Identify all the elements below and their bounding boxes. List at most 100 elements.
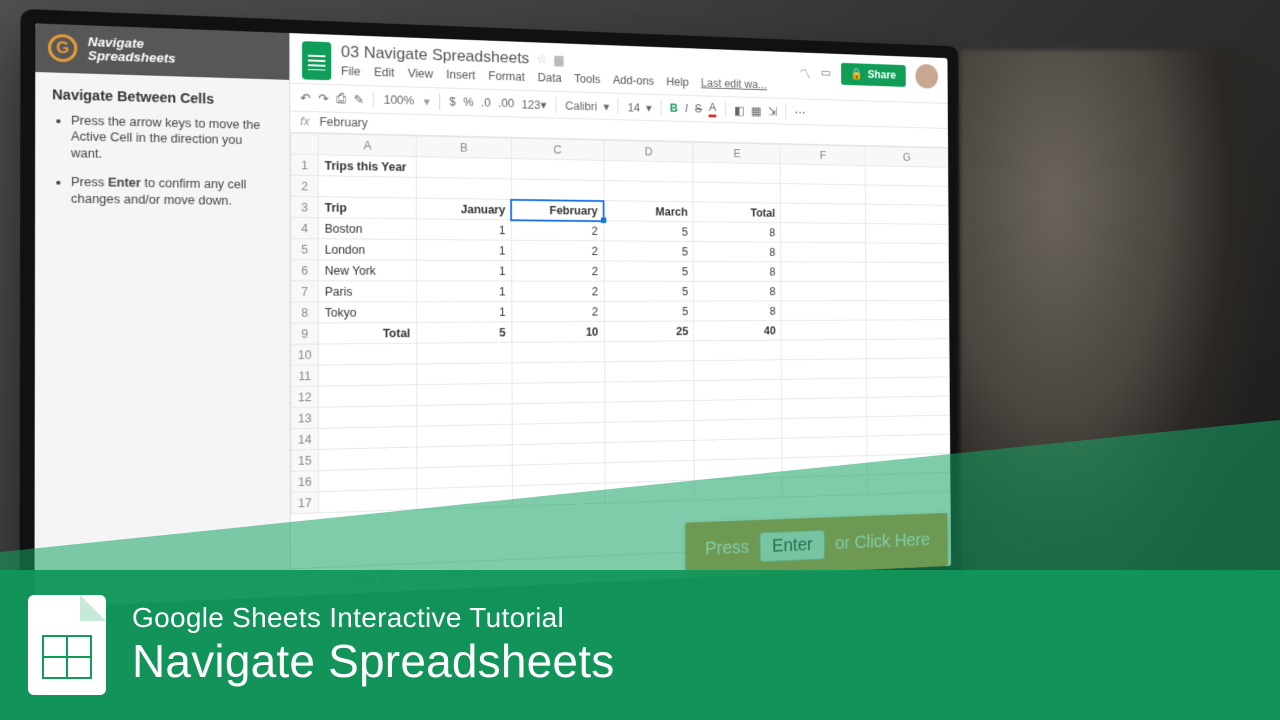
cell-A14[interactable]	[319, 426, 417, 449]
cell-B3[interactable]: January	[416, 198, 511, 220]
menu-edit[interactable]: Edit	[374, 66, 395, 80]
cell-C13[interactable]	[512, 402, 605, 424]
row-header-16[interactable]: 16	[291, 471, 319, 493]
cell-D14[interactable]	[604, 420, 694, 442]
cell-E11[interactable]	[694, 360, 781, 381]
cell-D13[interactable]	[604, 401, 694, 423]
cell-B8[interactable]: 1	[416, 301, 511, 322]
cell-F11[interactable]	[781, 359, 866, 380]
cell-A5[interactable]: London	[318, 239, 416, 260]
cell-A10[interactable]	[318, 343, 416, 365]
cell-B14[interactable]	[417, 424, 512, 447]
cell-D16[interactable]	[605, 460, 695, 483]
cell-F9[interactable]	[781, 320, 866, 340]
cell-D9[interactable]: 25	[604, 321, 694, 342]
cell-B16[interactable]	[417, 465, 512, 488]
col-header-G[interactable]: G	[865, 146, 948, 167]
font-family-select[interactable]: Calibri ▾	[565, 98, 609, 113]
cell-F12[interactable]	[782, 378, 867, 399]
redo-icon[interactable]: ↷	[318, 91, 328, 106]
cell-F8[interactable]	[781, 301, 866, 321]
cell-G7[interactable]	[866, 281, 949, 300]
cell-G12[interactable]	[867, 377, 950, 398]
cell-F1[interactable]	[780, 164, 865, 185]
sheets-logo-icon[interactable]	[302, 41, 331, 80]
folder-icon[interactable]: ▆	[554, 52, 563, 67]
cell-E10[interactable]	[694, 340, 781, 361]
cell-A7[interactable]: Paris	[318, 281, 416, 302]
cell-C1[interactable]	[511, 159, 603, 181]
menu-tools[interactable]: Tools	[574, 72, 600, 86]
cell-E6[interactable]: 8	[694, 261, 781, 281]
cell-E9[interactable]: 40	[694, 321, 781, 341]
cell-C11[interactable]	[512, 362, 605, 384]
menu-help[interactable]: Help	[666, 75, 688, 88]
menu-add-ons[interactable]: Add-ons	[613, 74, 654, 88]
row-header-15[interactable]: 15	[291, 449, 319, 471]
cell-B9[interactable]: 5	[416, 322, 511, 343]
cell-A17[interactable]	[319, 489, 417, 513]
menu-file[interactable]: File	[341, 64, 360, 78]
cell-A4[interactable]: Boston	[318, 218, 416, 240]
cell-E2[interactable]	[693, 182, 780, 203]
menu-last-edit-wa-[interactable]: Last edit wa...	[701, 77, 767, 92]
cell-G11[interactable]	[866, 358, 949, 378]
text-color-button[interactable]: A	[709, 101, 716, 117]
cell-B1[interactable]	[416, 157, 511, 179]
cell-G14[interactable]	[867, 415, 950, 436]
cell-G8[interactable]	[866, 301, 949, 320]
cell-B12[interactable]	[417, 383, 512, 405]
cell-B2[interactable]	[416, 177, 511, 199]
zoom-select[interactable]: 100%	[384, 93, 414, 107]
paint-format-icon[interactable]: ✎	[354, 92, 364, 107]
row-header-1[interactable]: 1	[291, 154, 318, 176]
toolbar-overflow-icon[interactable]: ⋯	[794, 105, 805, 119]
row-header-13[interactable]: 13	[291, 407, 319, 429]
cell-F14[interactable]	[782, 417, 867, 438]
cell-B4[interactable]: 1	[416, 219, 511, 240]
cell-E4[interactable]: 8	[693, 222, 780, 242]
cell-E5[interactable]: 8	[694, 242, 781, 262]
cell-A3[interactable]: Trip	[318, 197, 416, 219]
cell-A9[interactable]: Total	[318, 322, 416, 344]
merge-cells-icon[interactable]: ⇲	[768, 104, 777, 118]
cell-F15[interactable]	[782, 436, 867, 458]
row-header-17[interactable]: 17	[291, 492, 319, 514]
row-header-4[interactable]: 4	[291, 217, 318, 238]
cell-D12[interactable]	[604, 381, 694, 403]
cell-G1[interactable]	[865, 166, 948, 187]
row-header-8[interactable]: 8	[291, 302, 318, 323]
explore-icon[interactable]: 〽	[800, 64, 811, 81]
cell-F13[interactable]	[782, 397, 867, 418]
cell-F5[interactable]	[781, 242, 866, 262]
cell-G3[interactable]	[865, 204, 948, 224]
cell-G6[interactable]	[866, 262, 949, 281]
cell-D15[interactable]	[605, 440, 695, 462]
cell-B13[interactable]	[417, 404, 512, 426]
cell-C12[interactable]	[512, 382, 605, 404]
cell-A11[interactable]	[318, 364, 416, 386]
cell-D10[interactable]	[604, 341, 694, 362]
col-header-A[interactable]: A	[318, 134, 416, 157]
cell-A6[interactable]: New York	[318, 260, 416, 281]
cell-F10[interactable]	[781, 339, 866, 359]
percent-button[interactable]: %	[463, 96, 473, 109]
italic-button[interactable]: I	[685, 102, 688, 115]
cell-C10[interactable]	[512, 342, 605, 363]
cell-E3[interactable]: Total	[693, 202, 780, 223]
row-header-5[interactable]: 5	[291, 239, 318, 260]
col-header-F[interactable]: F	[780, 144, 865, 165]
cell-D11[interactable]	[604, 361, 694, 382]
currency-button[interactable]: $	[449, 95, 456, 108]
cell-A15[interactable]	[319, 447, 417, 470]
document-title[interactable]: 03 Navigate Spreadsheets	[341, 43, 529, 68]
cell-D3[interactable]: March	[604, 201, 694, 222]
bold-button[interactable]: B	[670, 102, 678, 115]
cell-E14[interactable]	[694, 419, 782, 441]
cell-D4[interactable]: 5	[604, 221, 694, 242]
cell-A8[interactable]: Tokyo	[318, 302, 416, 323]
cell-C6[interactable]: 2	[511, 261, 603, 282]
cell-F7[interactable]	[781, 281, 866, 301]
row-header-3[interactable]: 3	[291, 196, 318, 217]
cell-E8[interactable]: 8	[694, 301, 781, 321]
